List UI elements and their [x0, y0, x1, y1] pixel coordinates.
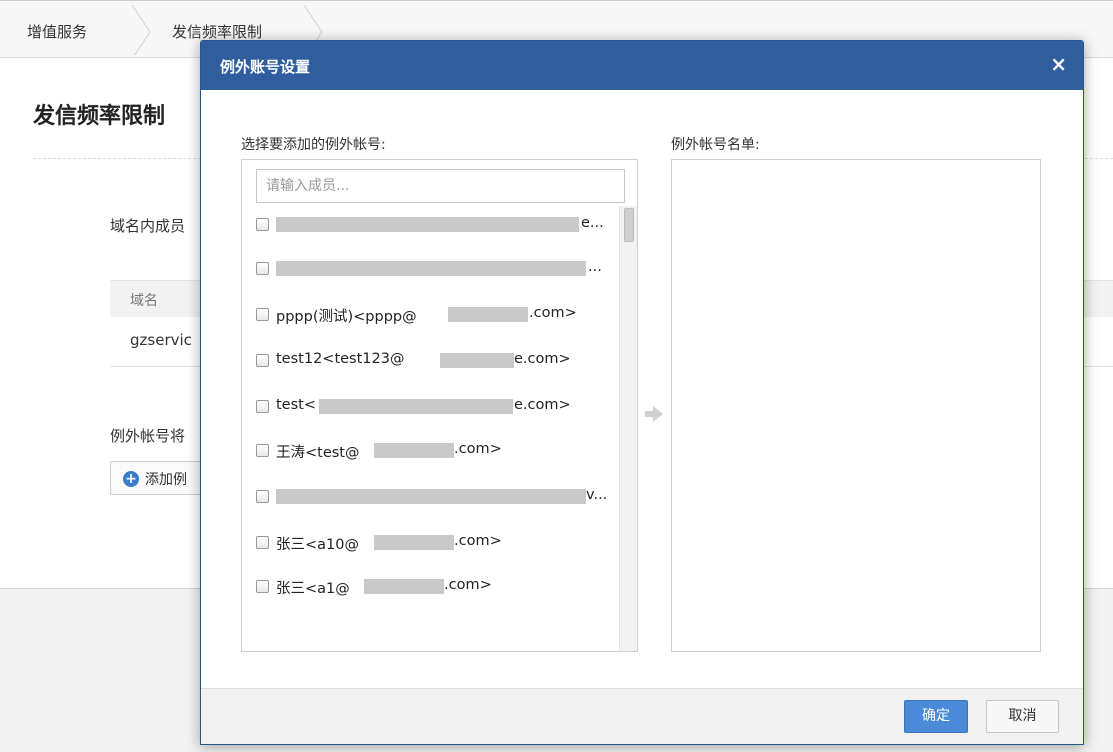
member-label: test< — [276, 397, 316, 413]
redacted-text — [276, 261, 586, 276]
member-select-panel: e... ... pppp(测试)<pppp@ .com> test12<tes… — [241, 159, 638, 652]
member-label: 王涛<test@ — [276, 445, 360, 461]
domain-table-cell: gzservic — [130, 331, 192, 349]
plus-circle-icon: + — [123, 471, 139, 487]
exception-list-label: 例外帐号名单: — [671, 137, 760, 153]
redacted-text — [276, 217, 579, 232]
close-icon[interactable]: × — [1050, 53, 1067, 75]
member-label: ... — [588, 259, 602, 275]
member-label-suffix: e.com> — [514, 397, 571, 413]
member-checkbox[interactable] — [256, 262, 269, 275]
member-checkbox[interactable] — [256, 400, 269, 413]
member-section-label: 域名内成员 — [110, 217, 186, 235]
dialog-header: 例外账号设置 × — [201, 41, 1083, 90]
confirm-button[interactable]: 确定 — [904, 700, 968, 733]
member-label-suffix: e.com> — [514, 351, 571, 367]
member-checkbox[interactable] — [256, 536, 269, 549]
member-label: pppp(测试)<pppp@ — [276, 309, 417, 325]
redacted-text — [448, 307, 528, 322]
redacted-text — [374, 535, 454, 550]
member-label: v... — [586, 487, 608, 503]
redacted-text — [319, 399, 513, 414]
breadcrumb-separator-icon — [131, 5, 151, 55]
redacted-text — [440, 353, 514, 368]
member-checkbox[interactable] — [256, 444, 269, 457]
redacted-text — [374, 443, 454, 458]
member-checkbox[interactable] — [256, 354, 269, 367]
member-label-suffix: .com> — [529, 305, 577, 321]
member-label: 张三<a10@ — [276, 537, 359, 553]
member-checkbox[interactable] — [256, 490, 269, 503]
scrollbar-thumb[interactable] — [624, 208, 634, 242]
member-label: 张三<a1@ — [276, 581, 350, 597]
member-label-suffix: .com> — [444, 577, 492, 593]
exception-account-dialog: 例外账号设置 × 选择要添加的例外帐号: 例外帐号名单: e... ... pp… — [200, 40, 1084, 745]
cancel-button[interactable]: 取消 — [986, 700, 1059, 733]
member-checkbox[interactable] — [256, 218, 269, 231]
member-search-input[interactable] — [256, 169, 625, 203]
member-list-scrollbar[interactable] — [619, 206, 637, 651]
member-label: test12<test123@ — [276, 351, 405, 367]
member-label-suffix: .com> — [454, 533, 502, 549]
exception-list-panel — [671, 159, 1041, 652]
page-title: 发信频率限制 — [33, 104, 166, 129]
member-label-suffix: .com> — [454, 441, 502, 457]
domain-column-header: 域名 — [130, 293, 158, 309]
breadcrumb-item-rate-limit[interactable]: 发信频率限制 — [172, 21, 262, 42]
redacted-text — [364, 579, 444, 594]
exception-section-label: 例外帐号将 — [110, 427, 186, 445]
arrow-right-icon[interactable] — [641, 405, 667, 423]
member-list: e... ... pppp(测试)<pppp@ .com> test12<tes… — [242, 206, 618, 651]
member-checkbox[interactable] — [256, 580, 269, 593]
redacted-text — [276, 489, 586, 504]
add-exception-label: 添加例 — [145, 472, 187, 488]
breadcrumb-item-value-added[interactable]: 增值服务 — [27, 21, 87, 42]
select-accounts-label: 选择要添加的例外帐号: — [241, 137, 386, 153]
member-checkbox[interactable] — [256, 308, 269, 321]
dialog-footer: 确定 取消 — [201, 688, 1083, 744]
dialog-title: 例外账号设置 — [220, 58, 311, 76]
member-label: e... — [581, 215, 604, 231]
